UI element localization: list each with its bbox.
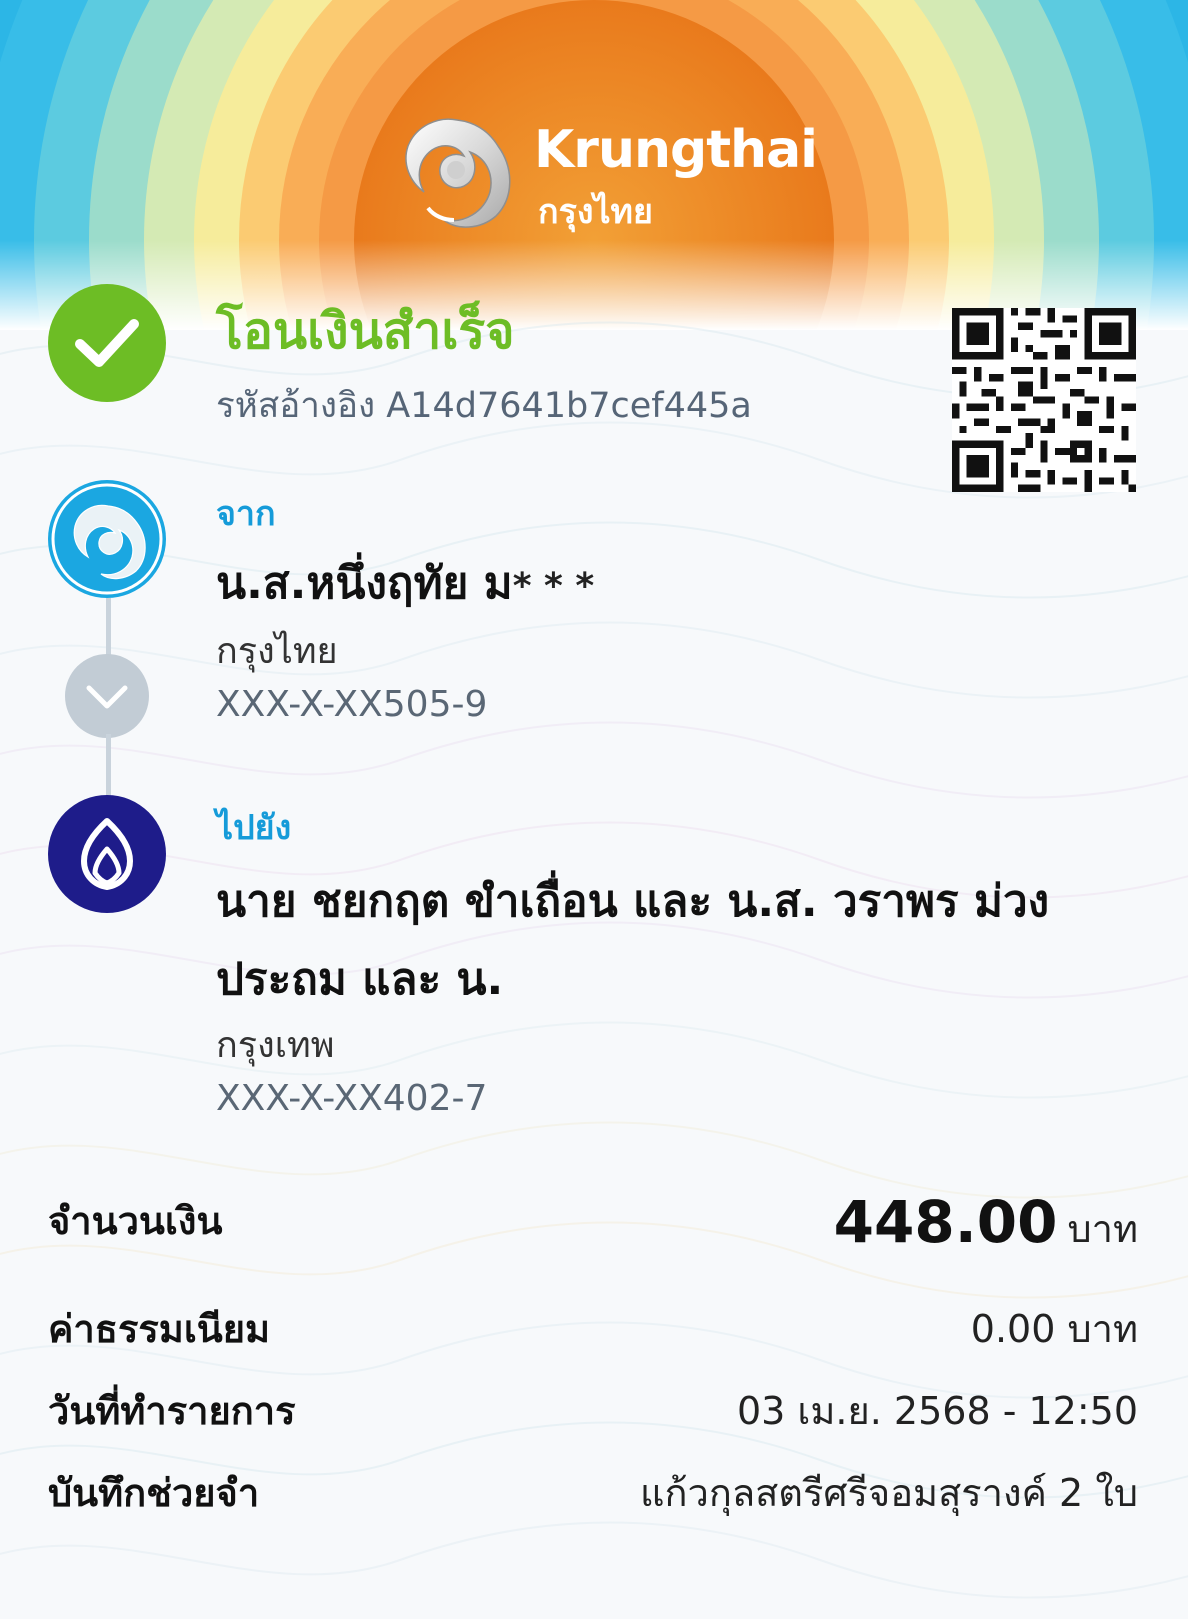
fee-label: ค่าธรรมเนียม [48,1307,271,1351]
from-account: XXX-X-XX505-9 [216,684,488,725]
brand-name-en: Krungthai [534,120,818,180]
status-title: โอนเงินสำเร็จ [216,302,515,360]
from-label: จาก [216,494,276,534]
amount-unit: บาท [1067,1207,1138,1251]
to-name-line2: ประถม และ น. [216,954,504,1005]
fee-value: 0.00 บาท [970,1307,1138,1351]
brand-name-th: กรุงไทย [538,192,653,232]
to-label: ไปยัง [216,808,292,848]
reference-code: รหัสอ้างอิง A14d7641b7cef445a [216,378,752,433]
to-name-line1: นาย ชยกฤต ขำเถื่อน และ น.ส. วราพร ม่วง [216,876,1050,927]
qr-code[interactable] [952,308,1136,492]
to-bank: กรุงเทพ [216,1025,335,1066]
transfer-slip: Krungthai กรุงไทย โอนเงินสำเร็จ รหัสอ้าง… [0,0,1188,1619]
from-name-text: น.ส.หนึ่งฤทัย ม [216,558,513,609]
krungthai-logo: Krungthai กรุงไทย [398,112,818,237]
bangkok-bank-lotus-logo-icon [48,795,166,913]
krungthai-bird-logo-icon [48,480,166,598]
from-bank: กรุงไทย [216,631,338,672]
amount-number: 448.00 [833,1188,1058,1256]
connector-line [106,734,111,796]
date-label: วันที่ทำรายการ [48,1389,296,1433]
reference-value: A14d7641b7cef445a [386,386,752,426]
krungthai-bird-logo-icon [405,118,511,228]
chevron-down-icon [65,654,149,738]
check-icon [48,284,166,402]
date-value: 03 เม.ย. 2568 - 12:50 [736,1389,1138,1433]
memo-value: แก้วกุลสตรีศรีจอมสุรางค์ 2 ใบ [639,1471,1138,1515]
header-rainbow: Krungthai กรุงไทย [0,0,1188,330]
memo-label: บันทึกช่วยจำ [48,1471,260,1515]
from-name-mask: * * * [512,566,595,607]
reference-label: รหัสอ้างอิง [216,386,376,426]
amount-label: จำนวนเงิน [48,1199,223,1243]
from-name: น.ส.หนึ่งฤทัย ม* * * [216,548,594,618]
connector-line [106,598,111,658]
amount-value: 448.00 บาท [834,1188,1138,1259]
to-account: XXX-X-XX402-7 [216,1078,488,1119]
